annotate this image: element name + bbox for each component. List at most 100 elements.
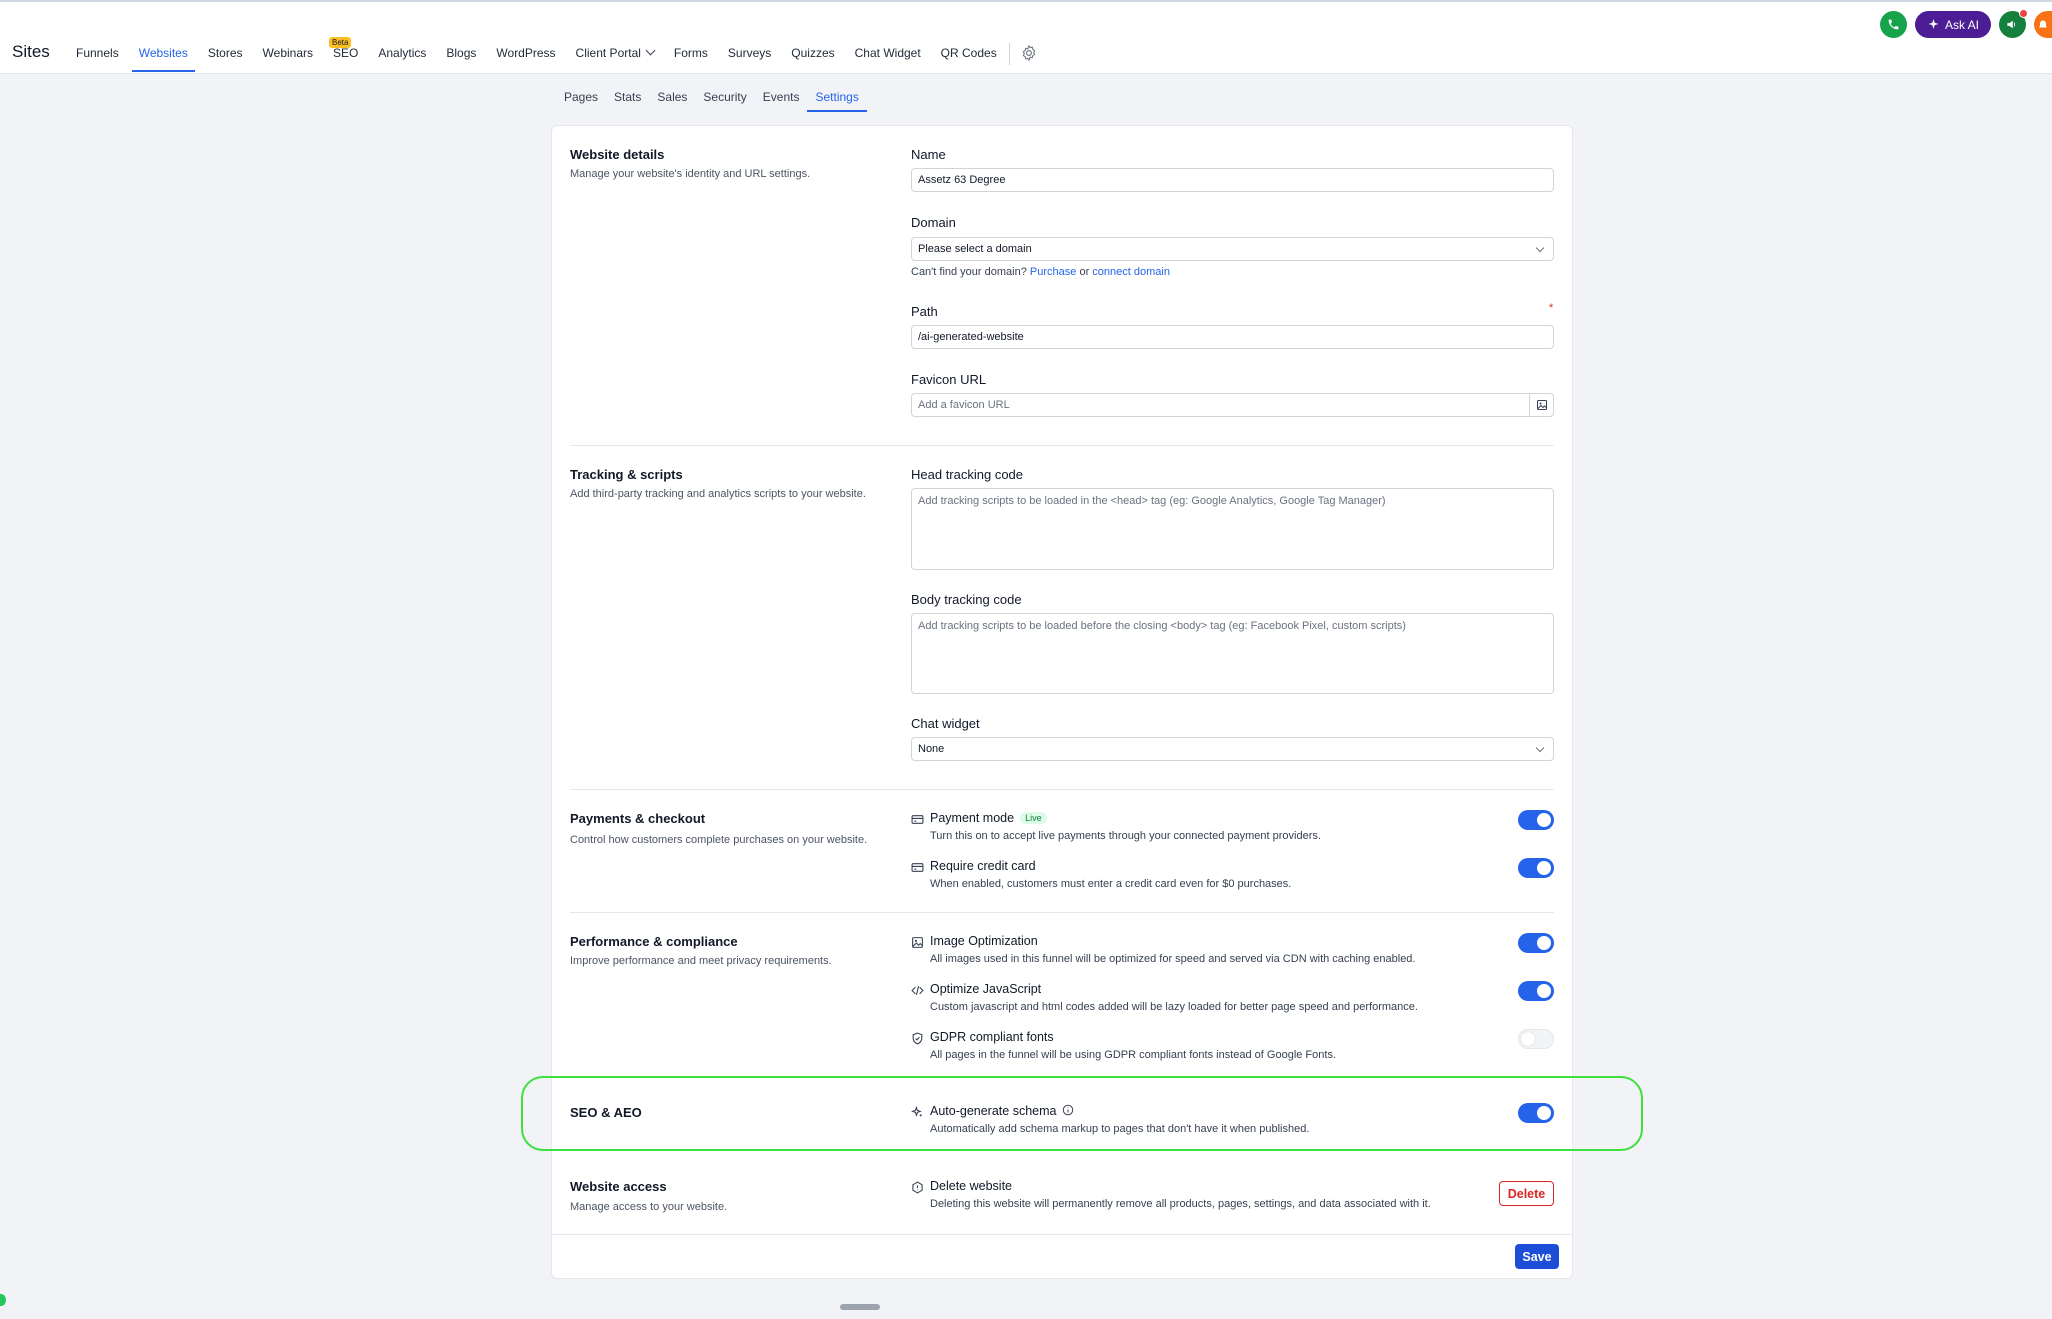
favicon-input[interactable] [911, 393, 1530, 417]
nav-label: Webinars [262, 46, 313, 60]
toggle-knob [1537, 936, 1551, 950]
domain-select-value: Please select a domain [918, 243, 1032, 255]
nav-quizzes[interactable]: Quizzes [781, 46, 844, 74]
optimize-javascript-toggle[interactable] [1518, 981, 1554, 1001]
tab-settings[interactable]: Settings [807, 90, 868, 112]
nav-webinars[interactable]: Webinars [253, 46, 323, 74]
nav-blogs[interactable]: Blogs [436, 46, 486, 74]
domain-select[interactable]: Please select a domain [911, 237, 1554, 261]
tab-pages[interactable]: Pages [556, 90, 606, 112]
optimize-javascript-title: Optimize JavaScript [930, 982, 1042, 996]
image-optimization-title: Image Optimization [930, 934, 1038, 948]
toggle-knob [1537, 861, 1551, 875]
gdpr-fonts-title: GDPR compliant fonts [930, 1030, 1054, 1044]
domain-hint-text: Can't find your domain? [911, 266, 1027, 278]
website-access-title: Website access [570, 1179, 667, 1194]
phone-button[interactable] [1879, 11, 1907, 38]
nav-label: SEO [333, 46, 359, 60]
scroll-handle[interactable] [840, 1304, 880, 1310]
website-access-desc: Manage access to your website. [570, 1201, 728, 1213]
shield-icon [912, 1032, 923, 1045]
toggle-knob [1537, 984, 1551, 998]
favicon-label: Favicon URL [911, 372, 987, 387]
footer-divider [552, 1234, 1572, 1235]
nav-funnels[interactable]: Funnels [66, 46, 129, 74]
live-badge: Live [1020, 812, 1047, 824]
nav-stores[interactable]: Stores [198, 46, 253, 74]
head-tracking-label: Head tracking code [911, 467, 1024, 482]
require-credit-card-toggle[interactable] [1518, 858, 1554, 878]
tab-sales[interactable]: Sales [649, 90, 695, 112]
nav-qr-codes[interactable]: QR Codes [931, 46, 1007, 74]
tab-security[interactable]: Security [695, 90, 754, 112]
nav-analytics[interactable]: Analytics [368, 46, 436, 74]
toggle-knob [1537, 813, 1551, 827]
name-label: Name [911, 147, 946, 162]
status-indicator [0, 1294, 6, 1306]
ask-ai-button[interactable]: Ask AI [1914, 11, 1991, 38]
require-credit-card-title: Require credit card [930, 859, 1036, 873]
name-input[interactable] [911, 168, 1554, 192]
favicon-picker-button[interactable] [1529, 393, 1554, 417]
nav-chat-widget[interactable]: Chat Widget [845, 46, 931, 74]
chevron-down-icon [1535, 243, 1545, 253]
nav-surveys[interactable]: Surveys [718, 46, 781, 74]
image-picker-icon [1536, 400, 1547, 410]
nav-label: Chat Widget [854, 46, 921, 60]
nav-label: Stores [207, 46, 243, 60]
tab-stats[interactable]: Stats [606, 90, 649, 112]
require-credit-card-desc: When enabled, customers must enter a cre… [930, 878, 1292, 890]
sparkle-icon [1928, 19, 1939, 29]
tab-events[interactable]: Events [755, 90, 808, 112]
image-icon [912, 937, 923, 948]
domain-hint-or: or [1079, 266, 1090, 278]
megaphone-icon [2007, 20, 2016, 29]
gear-icon[interactable] [1020, 44, 1038, 62]
top-right-actions: Ask AI [1879, 9, 2052, 38]
toggle-knob [1521, 1032, 1535, 1046]
head-tracking-textarea[interactable] [911, 488, 1554, 570]
chat-widget-label: Chat widget [911, 716, 980, 731]
section-divider [570, 445, 1554, 446]
body-tracking-textarea[interactable] [911, 613, 1554, 694]
save-button[interactable]: Save [1515, 1244, 1559, 1269]
ask-ai-label: Ask AI [1944, 17, 1979, 32]
delete-website-icon [912, 1181, 923, 1194]
gdpr-fonts-desc: All pages in the funnel will be using GD… [930, 1049, 1337, 1061]
gdpr-fonts-toggle[interactable] [1518, 1029, 1554, 1049]
notification-dot [2019, 9, 2028, 18]
chevron-down-icon [1535, 743, 1545, 753]
announcements-button[interactable] [1999, 9, 2028, 38]
nav-seo[interactable]: Beta SEO [323, 37, 368, 74]
nav-websites[interactable]: Websites [129, 46, 198, 74]
payments-title: Payments & checkout [570, 811, 706, 826]
beta-badge: Beta [329, 37, 352, 48]
chat-widget-select[interactable]: None [911, 737, 1554, 761]
payment-mode-title: Payment mode Live [930, 811, 1047, 825]
nav-label: WordPress [496, 46, 556, 60]
nav-forms[interactable]: Forms [664, 46, 718, 74]
performance-desc: Improve performance and meet privacy req… [570, 955, 832, 967]
payments-desc: Control how customers complete purchases… [570, 834, 868, 846]
website-details-title: Website details [570, 147, 665, 162]
purchase-domain-link[interactable]: Purchase [1030, 266, 1076, 278]
bell-icon [2039, 20, 2047, 27]
app-title: Sites [12, 42, 50, 61]
nav-client-portal[interactable]: Client Portal [566, 45, 664, 74]
nav-wordpress[interactable]: WordPress [486, 46, 565, 74]
payment-mode-desc: Turn this on to accept live payments thr… [930, 830, 1321, 842]
connect-domain-link[interactable]: connect domain [1092, 266, 1170, 278]
domain-label: Domain [911, 215, 956, 230]
code-icon [911, 986, 924, 995]
nav-label: Analytics [378, 46, 427, 60]
path-input[interactable] [911, 325, 1554, 349]
notifications-button[interactable] [2034, 11, 2052, 38]
image-optimization-toggle[interactable] [1518, 933, 1554, 953]
seo-aeo-highlight-outline [521, 1076, 1643, 1151]
nav-label: Quizzes [791, 46, 835, 60]
nav-label: Forms [673, 46, 708, 60]
payment-mode-toggle[interactable] [1518, 810, 1554, 830]
chevron-down-icon [645, 45, 656, 56]
delete-website-button[interactable]: Delete [1499, 1181, 1554, 1206]
nav-label: Funnels [76, 46, 119, 60]
